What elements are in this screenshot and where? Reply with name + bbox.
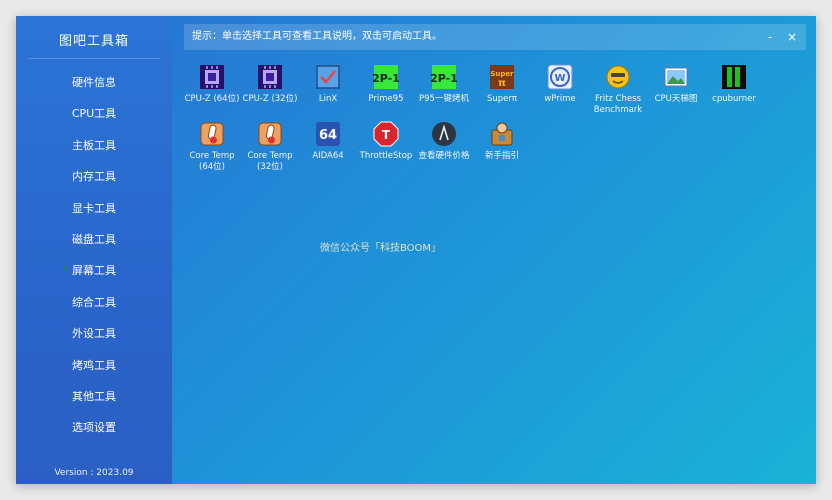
tool-label: CPU天梯图 (654, 94, 698, 104)
tool-label: AIDA64 (312, 151, 344, 161)
tool-wprime[interactable]: W wPrime (530, 64, 590, 105)
tool-cpuburner[interactable]: cpuburner (704, 64, 764, 105)
svg-text:Super: Super (490, 70, 514, 78)
tool-superpi[interactable]: Super π Superπ (472, 64, 532, 105)
tool-label: cpuburner (712, 94, 756, 104)
sidebar-nav: 硬件信息 CPU工具 主板工具 内存工具 显卡工具 磁盘工具 屏幕工具 综合工具… (16, 67, 172, 444)
cpuburner-icon (722, 65, 746, 89)
prime95-icon-text: 2P-1 (373, 72, 399, 85)
coretemp-icon (258, 122, 282, 146)
tool-label: CPU-Z (64位) (184, 94, 240, 104)
tool-beginner-guide[interactable]: 新手指引 (472, 121, 532, 162)
wprime-icon: W (547, 64, 573, 90)
tool-linx[interactable]: LinX (298, 64, 358, 105)
throttlestop-icon: T (373, 121, 399, 147)
fritz-icon (606, 65, 630, 89)
app-title: 图吧工具箱 (58, 34, 129, 49)
tool-cpuz-64[interactable]: CPU-Z (64位) (182, 64, 242, 105)
tool-label: 新手指引 (484, 151, 519, 161)
tool-label: Superπ (486, 94, 518, 104)
cpu-z-icon (258, 65, 282, 89)
sidebar-item-stress-tools[interactable]: 烤鸡工具 (16, 350, 172, 381)
tool-label: LinX (318, 94, 338, 104)
sidebar-item-settings[interactable]: 选项设置 (16, 412, 172, 443)
aida64-icon: 64 (316, 122, 340, 146)
hint-bar: 提示：单击选择工具可查看工具说明，双击可启动工具。 - × (184, 24, 806, 50)
sidebar-item-gpu-tools[interactable]: 显卡工具 (16, 193, 172, 224)
tool-p95-stress[interactable]: 2P-1 P95一键烤机 (414, 64, 474, 105)
sidebar-item-peripheral-tools[interactable]: 外设工具 (16, 318, 172, 349)
tool-cpuz-32[interactable]: CPU-Z (32位) (240, 64, 300, 105)
sidebar-item-screen-tools[interactable]: 屏幕工具 (16, 255, 172, 286)
sidebar-item-hardware-info[interactable]: 硬件信息 (16, 67, 172, 98)
guide-icon (491, 122, 513, 146)
wprime-icon-text: W (554, 73, 565, 84)
tool-prime95[interactable]: 2P-1 Prime95 (356, 64, 416, 105)
version-label: Version : 2023.09 (54, 468, 134, 478)
tool-label: Fritz Chess Benchmark (593, 94, 643, 115)
sidebar-item-general-tools[interactable]: 综合工具 (16, 287, 172, 318)
close-button[interactable]: × (784, 24, 800, 50)
sidebar-item-cpu-tools[interactable]: CPU工具 (16, 98, 172, 129)
throttlestop-icon-text: T (382, 128, 391, 142)
tool-fritz-chess[interactable]: Fritz Chess Benchmark (588, 64, 648, 116)
tool-throttlestop[interactable]: T ThrottleStop (356, 121, 416, 162)
sidebar: 图吧工具箱 硬件信息 CPU工具 主板工具 内存工具 显卡工具 磁盘工具 屏幕工… (16, 16, 172, 484)
tool-label: Core Temp (32位) (247, 151, 293, 172)
sidebar-divider (28, 58, 160, 59)
tool-hardware-price[interactable]: 查看硬件价格 (414, 121, 474, 162)
hint-text: 提示：单击选择工具可查看工具说明，双击可启动工具。 (192, 31, 442, 42)
prime95-icon: 2P-1 (431, 65, 457, 89)
tool-aida64[interactable]: 64 AIDA64 (298, 121, 358, 162)
price-icon (432, 122, 456, 146)
prime95-icon: 2P-1 (373, 65, 399, 89)
aida64-icon-text: 64 (319, 128, 337, 143)
svg-text:π: π (498, 78, 506, 89)
tool-label: P95一键烤机 (419, 94, 469, 104)
coretemp-icon (200, 122, 224, 146)
tool-label: Prime95 (368, 94, 404, 104)
tool-label: wPrime (544, 94, 576, 104)
tool-label: CPU-Z (32位) (242, 94, 298, 104)
sidebar-item-disk-tools[interactable]: 磁盘工具 (16, 224, 172, 255)
sidebar-item-memory-tools[interactable]: 内存工具 (16, 161, 172, 192)
superpi-icon: Super π (490, 65, 514, 89)
linx-icon (316, 65, 340, 89)
tool-cpu-ladder[interactable]: CPU天梯图 (646, 64, 706, 105)
cpu-z-icon (200, 65, 224, 89)
tool-label: ThrottleStop (359, 151, 413, 161)
watermark-text: 微信公众号「科技BOOM」 (320, 243, 442, 254)
minimize-button[interactable]: - (762, 24, 778, 50)
tool-label: 查看硬件价格 (418, 151, 470, 161)
tool-coretemp-64[interactable]: Core Temp (64位) (182, 121, 242, 173)
tool-coretemp-32[interactable]: Core Temp (32位) (240, 121, 300, 173)
sidebar-item-other-tools[interactable]: 其他工具 (16, 381, 172, 412)
sidebar-item-motherboard-tools[interactable]: 主板工具 (16, 130, 172, 161)
tool-label: Core Temp (64位) (189, 151, 235, 172)
prime95-icon-text: 2P-1 (431, 72, 457, 85)
app-window: 图吧工具箱 硬件信息 CPU工具 主板工具 内存工具 显卡工具 磁盘工具 屏幕工… (16, 16, 816, 484)
image-icon (664, 67, 688, 87)
